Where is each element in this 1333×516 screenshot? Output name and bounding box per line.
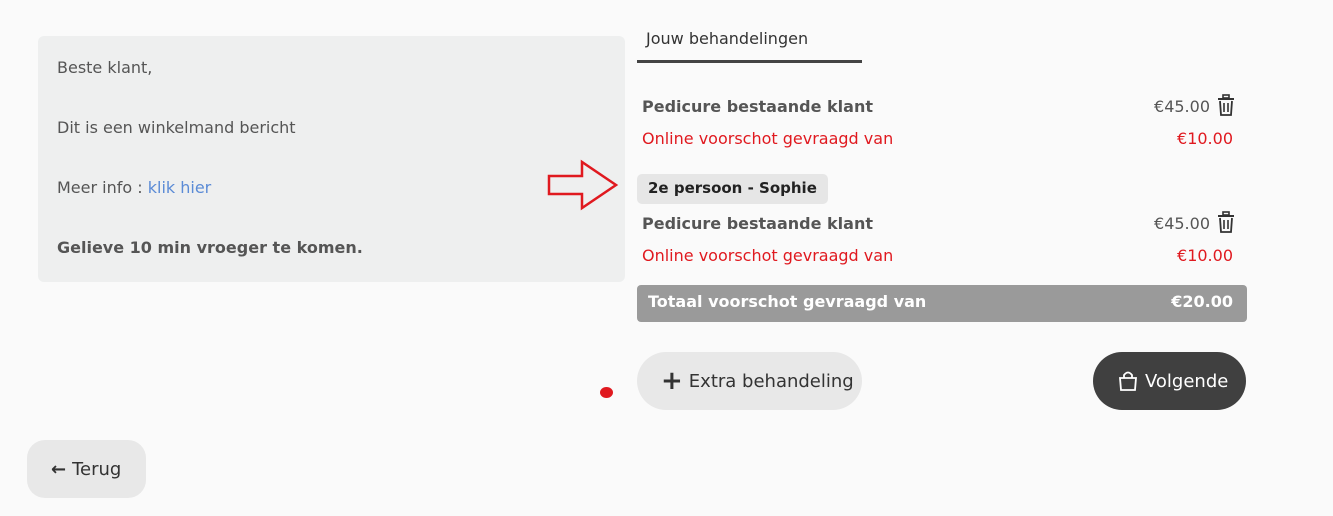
back-button[interactable]: ← Terug: [27, 440, 146, 498]
message-greeting: Beste klant,: [57, 58, 153, 77]
extra-treatment-label: Extra behandeling: [688, 370, 854, 392]
deposit-value: €10.00: [1177, 246, 1233, 265]
arrow-right-outline-icon: [547, 159, 619, 211]
back-label: Terug: [72, 458, 122, 480]
next-label: Volgende: [1145, 370, 1229, 392]
extra-treatment-button[interactable]: + Extra behandeling: [637, 352, 862, 410]
cart-message-box: Beste klant, Dit is een winkelmand beric…: [38, 36, 625, 282]
shopping-bag-icon: [1119, 371, 1137, 391]
deposit-row: Online voorschot gevraagd van €10.00: [642, 246, 1233, 265]
message-body: Dit is een winkelmand bericht: [57, 118, 296, 137]
treatment-price: €45.00: [1154, 97, 1210, 116]
deposit-label: Online voorschot gevraagd van: [642, 246, 894, 265]
deposit-value: €10.00: [1177, 129, 1233, 148]
treatment-price: €45.00: [1154, 214, 1210, 233]
tab-treatments[interactable]: Jouw behandelingen: [637, 20, 862, 63]
arrow-left-icon: ←: [51, 458, 67, 480]
message-notice: Gelieve 10 min vroeger te komen.: [57, 238, 363, 257]
more-info-label: Meer info :: [57, 178, 143, 197]
treatment-name: Pedicure bestaande klant: [642, 97, 873, 116]
red-dot-marker: [600, 387, 613, 398]
total-label: Totaal voorschot gevraagd van: [648, 292, 927, 311]
more-info-line: Meer info : klik hier: [57, 178, 211, 197]
person-badge: 2e persoon - Sophie: [637, 174, 828, 204]
next-button[interactable]: Volgende: [1093, 352, 1246, 410]
total-value: €20.00: [1171, 292, 1233, 311]
more-info-link[interactable]: klik hier: [148, 178, 212, 197]
trash-icon[interactable]: [1216, 94, 1236, 116]
total-deposit-bar: Totaal voorschot gevraagd van €20.00: [637, 285, 1247, 322]
trash-icon[interactable]: [1216, 211, 1236, 233]
treatment-name: Pedicure bestaande klant: [642, 214, 873, 233]
plus-icon: +: [661, 366, 683, 396]
deposit-row: Online voorschot gevraagd van €10.00: [642, 129, 1233, 148]
deposit-label: Online voorschot gevraagd van: [642, 129, 894, 148]
